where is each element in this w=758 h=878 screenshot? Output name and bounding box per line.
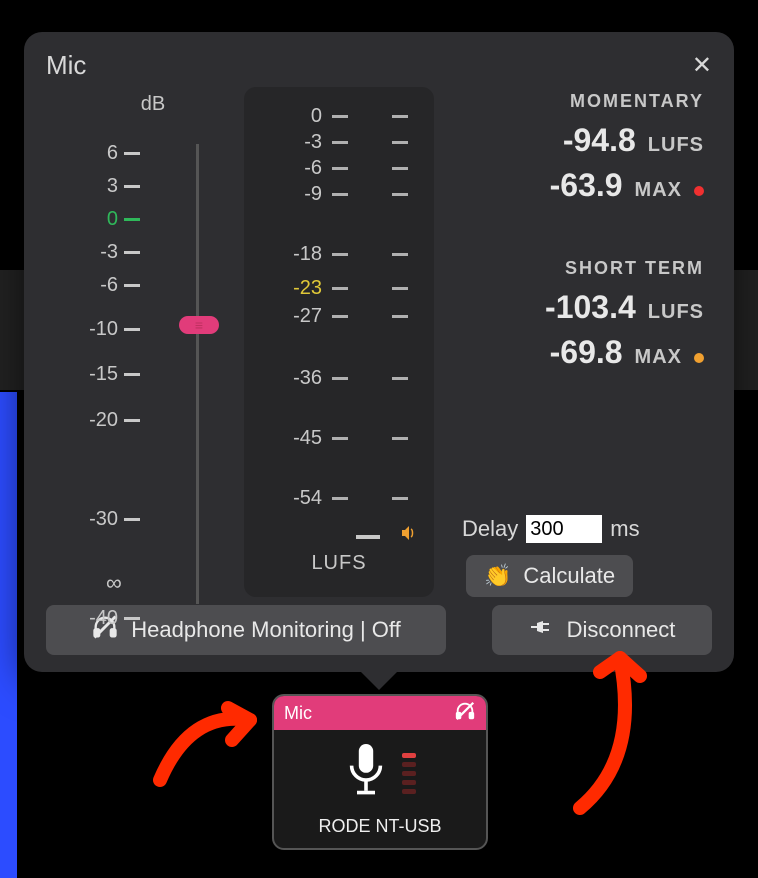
app-background-stripe — [0, 392, 17, 878]
db-gain-meter: dB ∞ 630-3-6-10-15-20-30-40 — [46, 87, 226, 597]
popup-body: dB ∞ 630-3-6-10-15-20-30-40 LUFS 0-3-6-9… — [46, 87, 712, 597]
close-icon[interactable]: ✕ — [692, 51, 712, 80]
source-card-header: Mic — [274, 696, 486, 730]
db-label: dB — [80, 93, 226, 116]
lufs-tick: -23 — [244, 277, 434, 300]
mic-icon — [344, 744, 388, 803]
momentary-lufs: -94.8 LUFS — [462, 122, 704, 159]
lufs-label: LUFS — [244, 552, 434, 575]
level-meter-icon — [402, 753, 416, 794]
headphone-off-icon — [454, 700, 476, 727]
momentary-lufs-unit: LUFS — [648, 134, 704, 157]
lufs-tick: -18 — [244, 243, 434, 266]
momentary-max: -63.9 MAX — [462, 167, 704, 204]
db-tick: 6 — [46, 142, 174, 165]
db-tick: 3 — [46, 175, 174, 198]
mic-source-card[interactable]: Mic RODE NT-USB — [272, 694, 488, 850]
lufs-tick: -3 — [244, 131, 434, 154]
lufs-tick: -6 — [244, 157, 434, 180]
calculate-label: Calculate — [523, 563, 615, 589]
short-term-dot-icon — [694, 353, 704, 363]
lufs-tick: -9 — [244, 183, 434, 206]
disconnect-button[interactable]: Disconnect — [492, 605, 712, 655]
calculate-button[interactable]: 👏 Calculate — [466, 555, 633, 597]
delay-unit: ms — [610, 516, 639, 542]
db-tick: -30 — [46, 508, 174, 531]
source-card-title: Mic — [284, 703, 312, 724]
source-card-device: RODE NT-USB — [274, 816, 486, 843]
lufs-meter: LUFS 0 -3 -6 -9 -18 -23 -27 -36 -45 -54 — [244, 87, 434, 597]
lufs-tick: -45 — [244, 427, 434, 450]
short-term-section: SHORT TERM -103.4 LUFS -69.8 MAX — [462, 258, 712, 379]
lufs-level-bar — [356, 535, 380, 539]
momentary-dot-icon — [694, 186, 704, 196]
short-term-lufs: -103.4 LUFS — [462, 289, 704, 326]
db-tick: 0 — [46, 208, 174, 231]
delay-input[interactable] — [526, 515, 602, 543]
db-tick: -3 — [46, 241, 174, 264]
speaker-icon — [402, 526, 418, 545]
disconnect-label: Disconnect — [567, 617, 676, 643]
short-term-lufs-unit: LUFS — [648, 301, 704, 324]
db-tick: -40 — [46, 607, 174, 630]
mic-popup: Mic ✕ dB ∞ 630-3-6-10-15-20-30-40 LUFS 0… — [24, 32, 734, 672]
source-card-body — [274, 730, 486, 816]
db-tick: -20 — [46, 409, 174, 432]
popup-header: Mic ✕ — [46, 50, 712, 81]
clap-icon: 👏 — [484, 563, 511, 589]
momentary-max-value: -63.9 — [550, 167, 623, 204]
delay-label: Delay — [462, 516, 518, 542]
gain-slider-handle[interactable] — [179, 316, 219, 334]
delay-row: Delay ms — [462, 515, 712, 543]
infinity-label: ∞ — [106, 570, 122, 596]
db-tick: -6 — [46, 274, 174, 297]
plug-icon — [529, 617, 555, 643]
popup-title: Mic — [46, 50, 86, 81]
short-term-max: -69.8 MAX — [462, 334, 704, 371]
momentary-title: MOMENTARY — [462, 91, 704, 112]
lufs-tick: 0 — [244, 105, 434, 128]
momentary-max-unit: MAX — [635, 179, 682, 202]
lufs-tick: -54 — [244, 487, 434, 510]
lufs-tick: -27 — [244, 305, 434, 328]
lufs-tick: -36 — [244, 367, 434, 390]
momentary-lufs-value: -94.8 — [563, 122, 636, 159]
momentary-section: MOMENTARY -94.8 LUFS -63.9 MAX — [462, 91, 712, 212]
db-tick: -10 — [46, 318, 174, 341]
gain-slider-track[interactable] — [196, 144, 199, 604]
annotation-arrow-left — [150, 690, 280, 800]
short-term-lufs-value: -103.4 — [545, 289, 636, 326]
stats-column: MOMENTARY -94.8 LUFS -63.9 MAX SHORT TER… — [452, 87, 712, 597]
short-term-title: SHORT TERM — [462, 258, 704, 279]
db-tick: -15 — [46, 363, 174, 386]
short-term-max-value: -69.8 — [550, 334, 623, 371]
short-term-max-unit: MAX — [635, 346, 682, 369]
